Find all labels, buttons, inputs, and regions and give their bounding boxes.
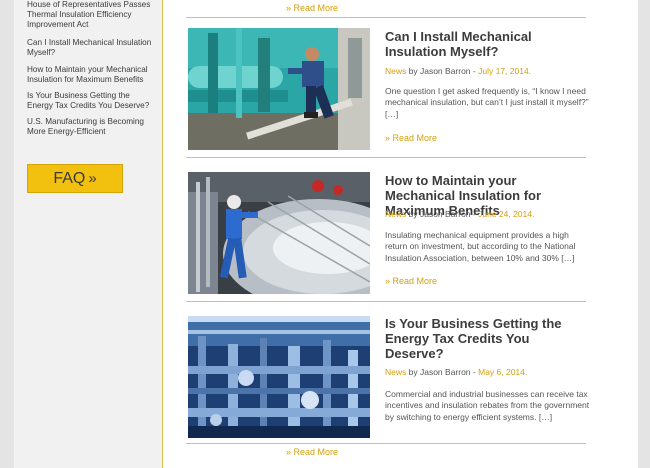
post-date-link[interactable]: July 17, 2014.: [478, 66, 531, 76]
page-frame: House of Representatives Passes Thermal …: [14, 0, 638, 468]
sidebar: House of Representatives Passes Thermal …: [14, 0, 163, 468]
blue-pipes-image: [188, 316, 370, 438]
chevron-right-icon: »: [88, 170, 97, 187]
read-more-link-previous[interactable]: » Read More: [286, 3, 338, 13]
post-author: by Jason Barron -: [408, 66, 476, 76]
post-category-link[interactable]: News: [385, 367, 406, 377]
post-category-link[interactable]: News: [385, 66, 406, 76]
read-more-link[interactable]: » Read More: [286, 447, 338, 457]
divider: [186, 443, 586, 444]
divider: [186, 157, 586, 158]
divider: [186, 17, 586, 18]
sidebar-link-us-manufacturing[interactable]: U.S. Manufacturing is Becoming More Ener…: [27, 117, 157, 137]
faq-label: FAQ: [53, 170, 86, 187]
sidebar-link-thermal-act[interactable]: House of Representatives Passes Thermal …: [27, 0, 157, 30]
post-excerpt: Commercial and industrial businesses can…: [385, 389, 590, 422]
post-title-tax-credits[interactable]: Is Your Business Getting the Energy Tax …: [385, 316, 590, 361]
insulated-tank-image: [188, 172, 370, 294]
post-author: by Jason Barron -: [408, 367, 476, 377]
main-content: » Read More Can I Install Mechanical Ins…: [164, 0, 638, 468]
sidebar-link-tax-credits[interactable]: Is Your Business Getting the Energy Tax …: [27, 91, 157, 111]
post-meta: News by Jason Barron - May 6, 2014.: [385, 367, 595, 377]
post-title-install-myself[interactable]: Can I Install Mechanical Insulation Myse…: [385, 29, 590, 59]
worker-pipes-image: [188, 28, 370, 150]
post-meta: News by Jason Barron - June 24, 2014.: [385, 209, 595, 219]
post-thumbnail-blue-pipes[interactable]: [188, 316, 370, 438]
read-more-link[interactable]: » Read More: [385, 133, 437, 143]
post-category-link[interactable]: News: [385, 209, 406, 219]
post-thumbnail-worker-pipes[interactable]: [188, 28, 370, 150]
divider: [186, 301, 586, 302]
post-meta: News by Jason Barron - July 17, 2014.: [385, 66, 595, 76]
post-thumbnail-insulated-tank[interactable]: [188, 172, 370, 294]
sidebar-link-install-myself[interactable]: Can I Install Mechanical Insulation Myse…: [27, 38, 157, 58]
post-author: by Jason Barron -: [408, 209, 476, 219]
post-date-link[interactable]: June 24, 2014.: [478, 209, 534, 219]
post-excerpt: One question I get asked frequently is, …: [385, 86, 589, 119]
post-excerpt: Insulating mechanical equipment provides…: [385, 230, 576, 263]
sidebar-link-maintain-insulation[interactable]: How to Maintain your Mechanical Insulati…: [27, 65, 157, 85]
post-date-link[interactable]: May 6, 2014.: [478, 367, 527, 377]
read-more-link[interactable]: » Read More: [385, 276, 437, 286]
faq-button[interactable]: FAQ»: [27, 164, 123, 193]
